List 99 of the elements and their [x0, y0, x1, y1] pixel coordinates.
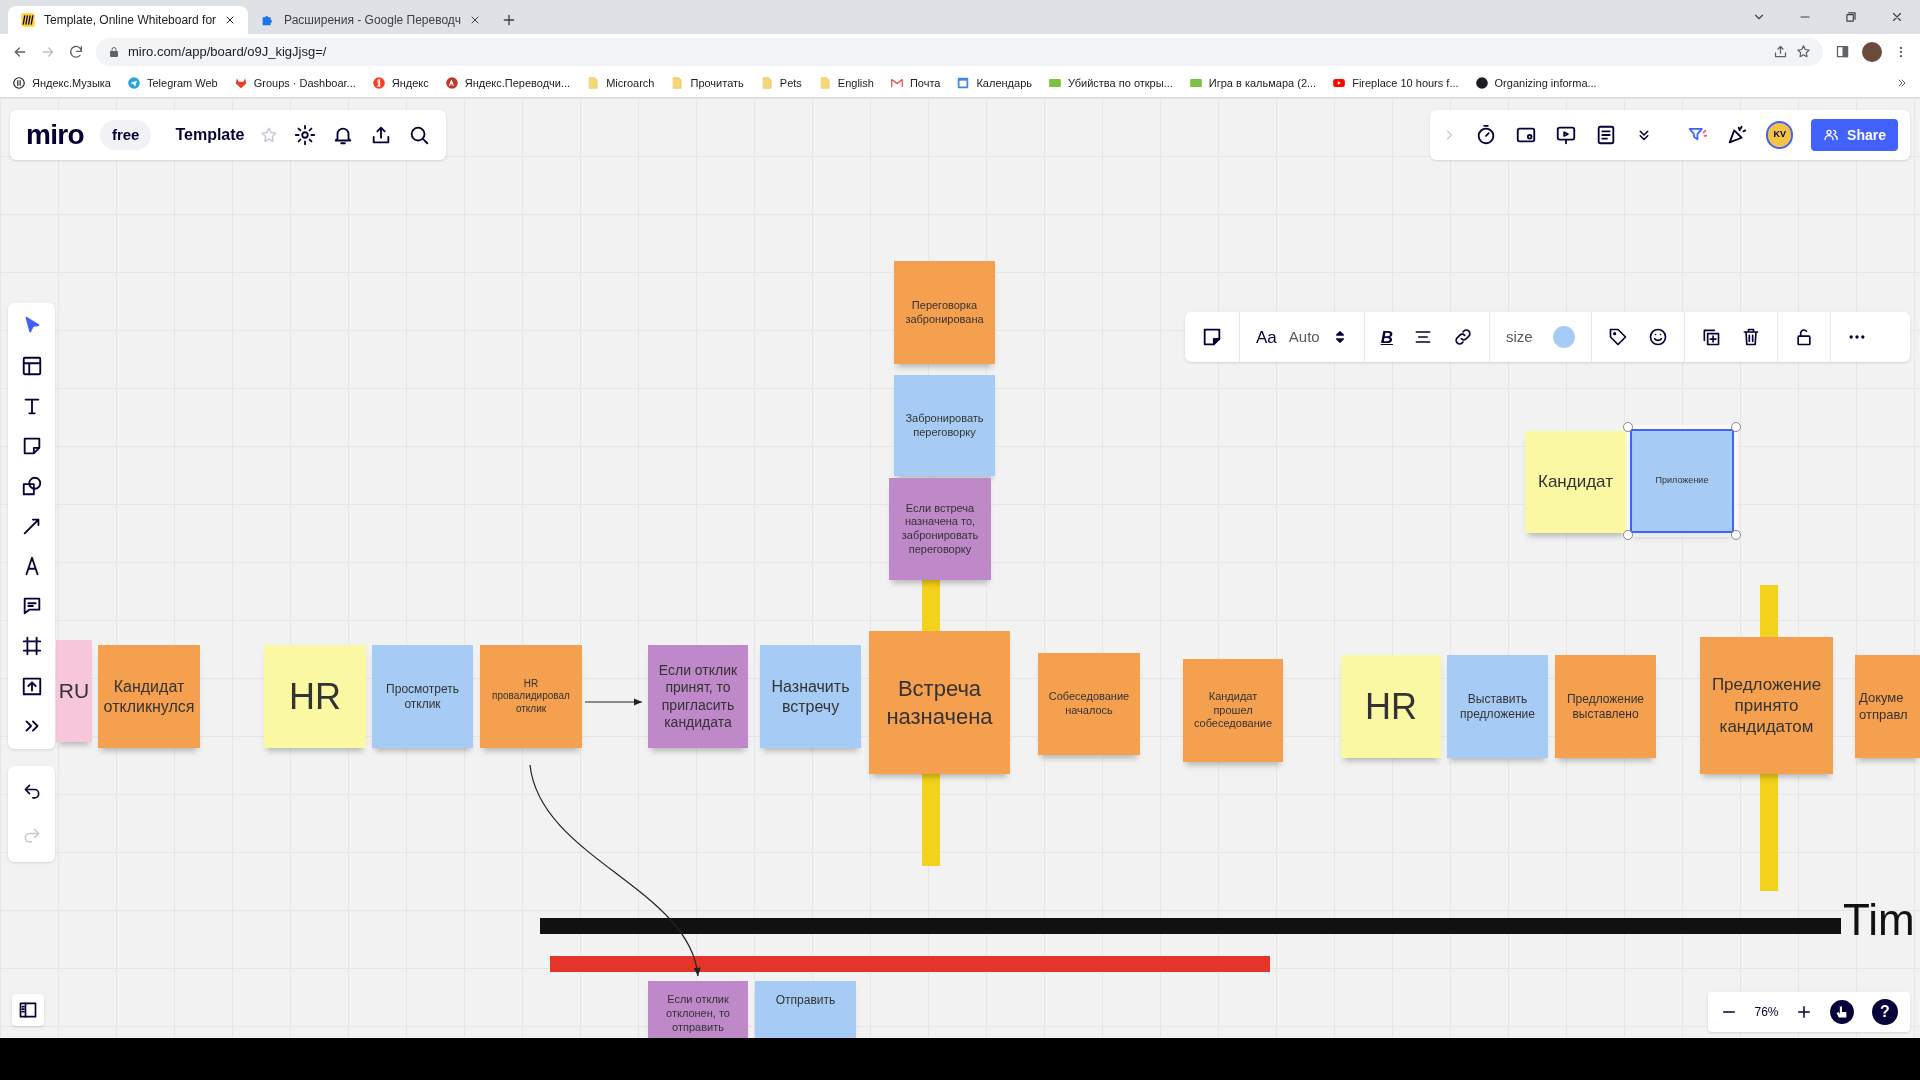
- sticky-note[interactable]: Предложение принято кандидатом: [1700, 637, 1833, 774]
- resize-handle[interactable]: [1623, 530, 1633, 540]
- calendar-icon: [956, 76, 971, 90]
- bookmark[interactable]: English: [817, 74, 874, 92]
- sticky-note[interactable]: Отправить: [755, 981, 856, 1038]
- url-text: miro.com/app/board/o9J_kigJjsg=/: [128, 42, 328, 61]
- star-icon[interactable]: [260, 126, 279, 144]
- envelope-icon: [889, 76, 904, 90]
- chevron-right-icon[interactable]: [1896, 77, 1908, 89]
- plan-badge[interactable]: free: [99, 119, 152, 151]
- presentation-icon[interactable]: [1555, 124, 1578, 146]
- translate-icon: [444, 76, 459, 90]
- bookmark[interactable]: Pets: [759, 74, 802, 92]
- sticky-note[interactable]: Приложение: [1630, 429, 1734, 533]
- sticky-note[interactable]: Предложение выставлено: [1555, 655, 1656, 758]
- miro-logo[interactable]: miro: [26, 121, 84, 149]
- bookmark[interactable]: Яндекс: [371, 74, 429, 92]
- sticky-note[interactable]: Кандидат: [1525, 431, 1626, 533]
- upload-icon[interactable]: [20, 675, 43, 697]
- share-icon[interactable]: [1773, 44, 1788, 59]
- sticky-note[interactable]: Переговорка забронирована: [894, 261, 995, 364]
- help-button[interactable]: ?: [1871, 999, 1898, 1025]
- profile-avatar[interactable]: [1862, 41, 1882, 62]
- bookmark[interactable]: Прочитать: [670, 74, 744, 92]
- size-button[interactable]: size: [1505, 325, 1533, 349]
- search-icon[interactable]: [408, 124, 431, 146]
- undo-icon[interactable]: [21, 782, 42, 802]
- sticky-note[interactable]: Докуме отправл: [1855, 655, 1920, 758]
- reload-icon[interactable]: [68, 43, 84, 60]
- bookmark[interactable]: Fireplace 10 hours f...: [1332, 74, 1459, 92]
- zoom-in-icon[interactable]: [1795, 1003, 1813, 1021]
- sticky-note[interactable]: Выставить предложение: [1447, 655, 1548, 758]
- settings-icon[interactable]: [294, 124, 317, 146]
- sticky-note[interactable]: Если отклик принят, то пригласить кандидата: [648, 645, 748, 748]
- sticky-note[interactable]: RU: [56, 640, 92, 742]
- play-icon: [1332, 76, 1347, 90]
- tab-title: Расширения - Google Переводч: [284, 12, 462, 29]
- board-title[interactable]: Template: [175, 123, 245, 147]
- star-icon[interactable]: [1796, 44, 1811, 59]
- bookmark[interactable]: Календарь: [956, 74, 1032, 92]
- bookmark[interactable]: Почта: [889, 74, 941, 92]
- bookmark[interactable]: Игра в кальмара (2...: [1188, 74, 1317, 92]
- party-icon[interactable]: [1726, 124, 1749, 146]
- bookmark[interactable]: Groups · Dashboar...: [233, 74, 356, 92]
- sticky-note[interactable]: Если отклик отклонен, то отправить: [648, 981, 748, 1038]
- sidebar-icon[interactable]: [18, 1000, 38, 1020]
- hand-icon[interactable]: [1829, 999, 1856, 1025]
- bold-button[interactable]: B: [1380, 328, 1393, 346]
- sticky-note[interactable]: Собеседование началось: [1038, 653, 1140, 755]
- close-icon[interactable]: [1890, 10, 1904, 24]
- tab-title: Template, Online Whiteboard for: [44, 12, 217, 29]
- zoom-level: 76%: [1754, 1004, 1779, 1021]
- fox-icon: [233, 76, 248, 90]
- bookmark[interactable]: Яндекс.Переводчи...: [444, 74, 571, 92]
- bookmark[interactable]: Убийства по откры...: [1048, 74, 1173, 92]
- timeline-label: Tim: [1843, 898, 1915, 942]
- side-panel-icon[interactable]: [1835, 44, 1850, 59]
- sticky-note[interactable]: HR: [264, 645, 366, 748]
- color-swatch[interactable]: [1552, 326, 1575, 348]
- sticky-note[interactable]: Забронировать переговорку: [894, 375, 995, 476]
- browser-tab[interactable]: Template, Online Whiteboard for: [8, 6, 249, 34]
- bookmark[interactable]: Microarch: [586, 74, 655, 92]
- people-icon: [1823, 127, 1840, 143]
- paper-plane-icon: [126, 76, 141, 90]
- bookmark[interactable]: Organizing informa...: [1474, 74, 1597, 92]
- restore-icon[interactable]: [1844, 10, 1858, 24]
- sticky-note[interactable]: HR провалидировал отклик: [480, 645, 582, 748]
- sticky-note[interactable]: Кандидат прошел собеседование: [1183, 659, 1283, 762]
- bookmark[interactable]: Telegram Web: [126, 74, 218, 92]
- sticky-note[interactable]: Кандидат откликнулся: [98, 645, 200, 748]
- bookmark[interactable]: Яндекс.Музыка: [12, 74, 111, 92]
- resize-handle[interactable]: [1731, 422, 1741, 432]
- letter-circle-icon: [371, 76, 386, 90]
- music-icon: [12, 76, 26, 90]
- share-button[interactable]: Share: [1811, 119, 1898, 151]
- templates-icon[interactable]: [20, 355, 43, 377]
- shapes-icon[interactable]: [20, 475, 43, 497]
- sticky-note[interactable]: Назначить встречу: [760, 645, 861, 748]
- sticky-note[interactable]: Просмотреть отклик: [372, 645, 473, 748]
- font-size-field[interactable]: Auto: [1288, 325, 1320, 349]
- emoji-icon[interactable]: [1647, 327, 1668, 347]
- board-logo-icon: [20, 12, 36, 28]
- tag-icon[interactable]: [1607, 327, 1628, 347]
- frame-icon[interactable]: [20, 635, 43, 657]
- folder-icon: [670, 76, 685, 90]
- sticky-note[interactable]: Встреча назначена: [869, 631, 1010, 774]
- sticky-note-icon[interactable]: [1201, 326, 1223, 348]
- resize-handle[interactable]: [1623, 422, 1633, 432]
- sticky-note[interactable]: Если встреча назначена то, забронировать переговорку: [889, 478, 991, 580]
- address-bar[interactable]: miro.com/app/board/o9J_kigJjsg=/: [96, 37, 1823, 66]
- folder-icon: [586, 76, 601, 90]
- lock-icon: [108, 45, 120, 58]
- link-icon[interactable]: [1452, 327, 1473, 347]
- sticky-note[interactable]: HR: [1341, 655, 1441, 758]
- font-button[interactable]: Aa: [1256, 328, 1277, 346]
- browser-tab[interactable]: Расширения - Google Переводч: [248, 6, 494, 34]
- resize-handle[interactable]: [1731, 530, 1741, 540]
- connector-arrow: [584, 698, 643, 706]
- user-avatar[interactable]: KV: [1766, 121, 1794, 149]
